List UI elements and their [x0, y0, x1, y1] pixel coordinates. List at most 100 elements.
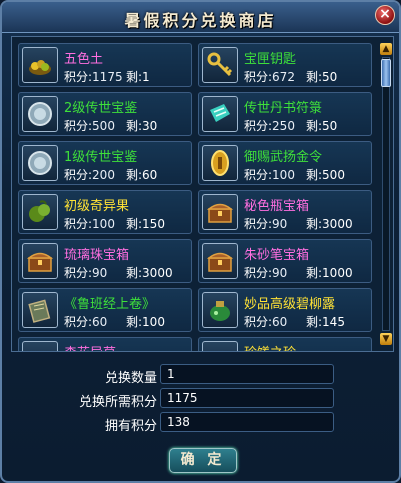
remaining-label: 剩: — [126, 119, 143, 133]
item-remaining: 剩:60 — [126, 166, 157, 183]
item-points: 积分:90 — [244, 215, 287, 232]
gold-token-icon — [202, 145, 238, 181]
item-points: 积分:90 — [244, 264, 287, 281]
potion-jar-icon — [202, 292, 238, 328]
talisman-scroll-icon — [202, 96, 238, 132]
item-points: 积分:1175 — [64, 68, 123, 85]
confirm-button[interactable]: 确 定 — [169, 448, 237, 473]
required-points-label: 兑换所需积分 — [78, 395, 157, 410]
item-remaining: 剩:30 — [126, 117, 157, 134]
points-value: 100 — [272, 168, 295, 182]
list-scrollbar[interactable]: ▲ ▼ — [380, 43, 392, 345]
scroll-down-button[interactable]: ▼ — [380, 333, 392, 345]
remaining-value: 30 — [142, 119, 158, 133]
remaining-value: 100 — [142, 315, 165, 329]
item-remaining: 剩:145 — [306, 313, 345, 330]
remaining-label: 剩: — [306, 168, 323, 182]
item-card[interactable]: 珍馐之珍 — [198, 337, 372, 351]
remaining-value: 3000 — [142, 266, 173, 280]
item-points: 积分:90 — [64, 264, 107, 281]
item-points: 积分:60 — [64, 313, 107, 330]
item-remaining: 剩:3000 — [306, 215, 353, 232]
owned-points-label: 拥有积分 — [104, 419, 157, 434]
item-name: 五色土 — [64, 52, 104, 67]
five-color-soil-icon — [22, 47, 58, 83]
remaining-label: 剩: — [306, 119, 323, 133]
owned-points-value: 138 — [160, 412, 334, 432]
item-card[interactable]: 传世丹书符箓 积分:250 剩:50 — [198, 92, 372, 136]
mirror-icon — [22, 96, 58, 132]
quantity-input[interactable]: 1 — [160, 364, 334, 384]
item-card[interactable]: 秘色瓶宝箱 积分:90 剩:3000 — [198, 190, 372, 234]
points-value: 90 — [272, 266, 288, 280]
remaining-value: 50 — [322, 119, 338, 133]
close-icon[interactable]: × — [375, 5, 395, 25]
item-card[interactable]: 朱砂笔宝箱 积分:90 剩:1000 — [198, 239, 372, 283]
points-label: 积分: — [244, 168, 273, 182]
mirror-icon — [22, 145, 58, 181]
remaining-label: 剩: — [126, 315, 143, 329]
item-card[interactable]: 五色土 积分:1175 剩:1 — [18, 43, 192, 87]
remaining-value: 60 — [142, 168, 158, 182]
item-remaining: 剩:3000 — [126, 264, 173, 281]
item-remaining: 剩:500 — [306, 166, 345, 183]
treasure-chest-icon — [202, 243, 238, 279]
points-label: 积分: — [64, 119, 93, 133]
item-card[interactable]: 琉璃珠宝箱 积分:90 剩:3000 — [18, 239, 192, 283]
scroll-thumb[interactable] — [381, 59, 391, 87]
item-name: 御赐武扬金令 — [244, 150, 323, 165]
owned-points-row: 拥有积分 138 — [2, 412, 399, 434]
scroll-track[interactable] — [382, 57, 390, 331]
remaining-value: 150 — [142, 217, 165, 231]
remaining-label: 剩: — [126, 217, 143, 231]
item-name: 秘色瓶宝箱 — [244, 199, 310, 214]
treasure-key-icon — [202, 47, 238, 83]
item-card[interactable]: 《鲁班经上卷》 积分:60 剩:100 — [18, 288, 192, 332]
item-points: 积分:200 — [64, 166, 115, 183]
item-card[interactable]: 1级传世宝鉴 积分:200 剩:60 — [18, 141, 192, 185]
item-name: 朱砂笔宝箱 — [244, 248, 310, 263]
remaining-value: 145 — [322, 315, 345, 329]
remaining-label: 剩: — [126, 70, 143, 84]
item-remaining: 剩:50 — [306, 117, 337, 134]
item-remaining: 剩:150 — [126, 215, 165, 232]
item-points: 积分:500 — [64, 117, 115, 134]
points-value: 90 — [92, 266, 108, 280]
points-value: 200 — [92, 168, 115, 182]
scroll-up-button[interactable]: ▲ — [380, 43, 392, 55]
points-value: 100 — [92, 217, 115, 231]
item-points: 积分:100 — [244, 166, 295, 183]
item-list-panel: 五色土 积分:1175 剩:1 宝匣钥匙 积分:672 剩:50 2级传世宝鉴 积分:500 剩… — [11, 36, 394, 352]
item-card[interactable]: 森花异草 — [18, 337, 192, 351]
book-icon — [22, 292, 58, 328]
item-card[interactable]: 初级奇异果 积分:100 剩:150 — [18, 190, 192, 234]
item-name: 2级传世宝鉴 — [64, 101, 138, 116]
item-card[interactable]: 妙品高级碧柳露 积分:60 剩:145 — [198, 288, 372, 332]
item-card[interactable]: 御赐武扬金令 积分:100 剩:500 — [198, 141, 372, 185]
item-points: 积分:672 — [244, 68, 295, 85]
title-bar[interactable]: 暑假积分兑换商店 × — [2, 2, 399, 33]
window-title: 暑假积分兑换商店 — [124, 11, 277, 30]
food-icon — [202, 341, 238, 351]
item-points: 积分:100 — [64, 215, 115, 232]
points-label: 积分: — [64, 315, 93, 329]
remaining-label: 剩: — [306, 70, 323, 84]
required-points-value: 1175 — [160, 388, 334, 408]
remaining-value: 3000 — [322, 217, 353, 231]
required-points-row: 兑换所需积分 1175 — [2, 388, 399, 410]
quantity-label: 兑换数量 — [104, 371, 157, 386]
points-label: 积分: — [244, 266, 273, 280]
remaining-value: 1000 — [322, 266, 353, 280]
item-name: 琉璃珠宝箱 — [64, 248, 130, 263]
points-value: 60 — [272, 315, 288, 329]
points-label: 积分: — [64, 70, 93, 84]
item-points: 积分:60 — [244, 313, 287, 330]
item-name: 宝匣钥匙 — [244, 52, 297, 67]
item-name: 森花异草 — [64, 342, 116, 351]
quantity-row: 兑换数量 1 — [2, 364, 399, 386]
remaining-label: 剩: — [306, 217, 323, 231]
item-card[interactable]: 宝匣钥匙 积分:672 剩:50 — [198, 43, 372, 87]
item-card[interactable]: 2级传世宝鉴 积分:500 剩:30 — [18, 92, 192, 136]
herb-icon — [22, 341, 58, 351]
item-remaining: 剩:1 — [126, 68, 150, 85]
